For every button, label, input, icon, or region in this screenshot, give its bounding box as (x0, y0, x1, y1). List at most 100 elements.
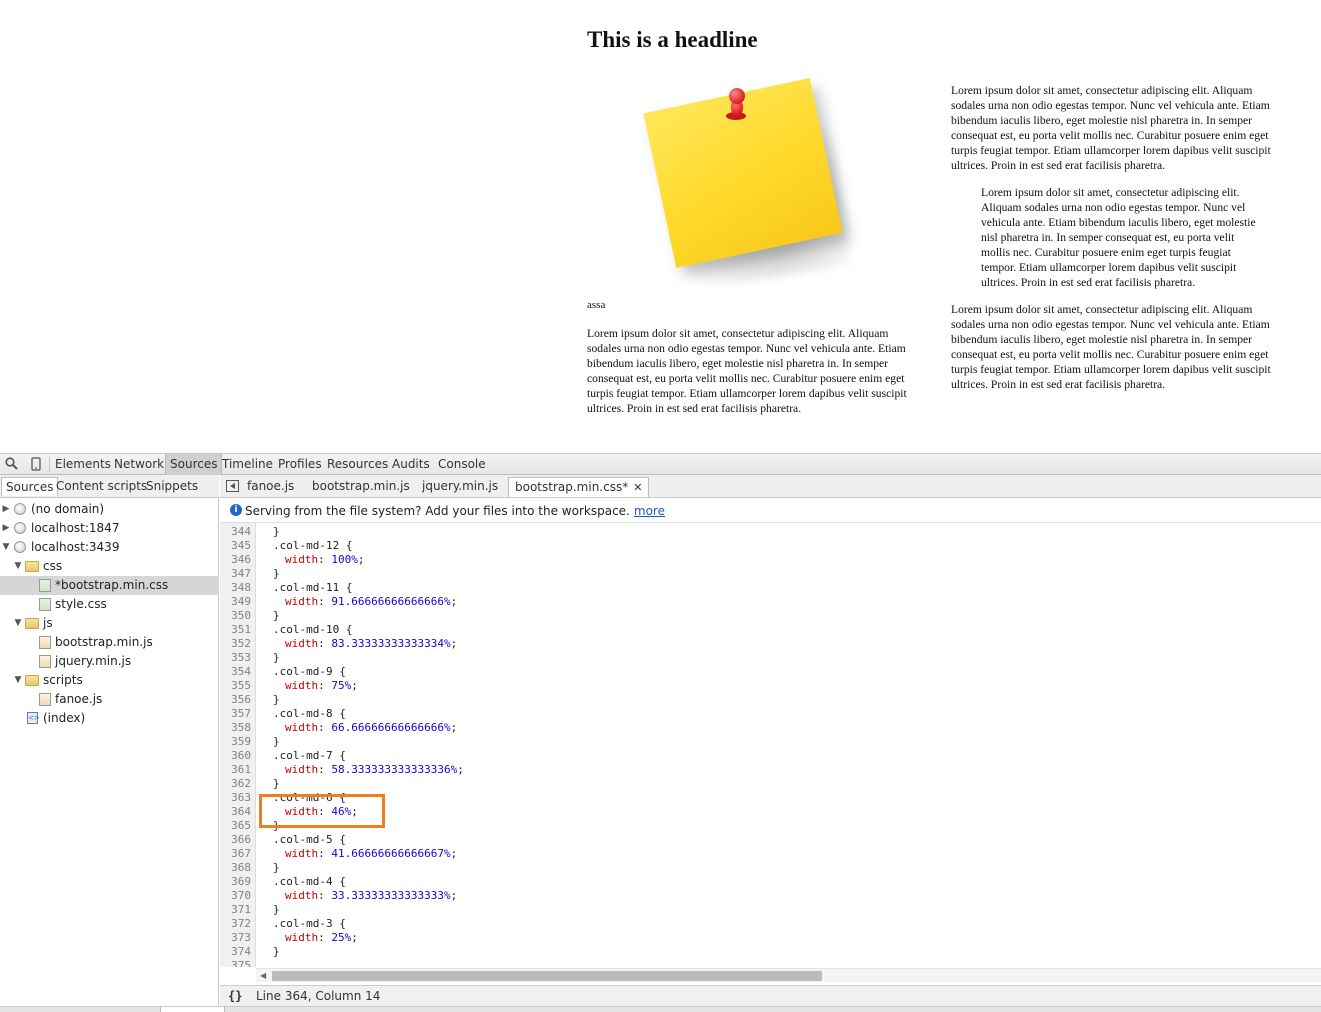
code-line[interactable]: 361 width: 58.333333333333336%; (220, 763, 1321, 777)
code-line[interactable]: 345 .col-md-12 { (220, 539, 1321, 553)
page-headline: This is a headline (587, 27, 758, 52)
scrollbar-thumb[interactable] (272, 971, 822, 981)
pretty-print-icon[interactable]: {} (228, 986, 242, 1007)
tree-item-style-css[interactable]: style.css (0, 595, 219, 614)
collapse-arrow-icon[interactable]: ▼ (1, 538, 11, 557)
tree-item-index[interactable]: <> (index) (0, 709, 219, 728)
tab-elements[interactable]: Elements (51, 454, 115, 475)
tree-item-fanoe-js[interactable]: fanoe.js (0, 690, 219, 709)
tab-timeline[interactable]: Timeline (218, 454, 277, 475)
file-tab-fanoe-js[interactable]: fanoe.js (241, 477, 300, 497)
css-selector-line: .col-md-9 { (273, 665, 346, 678)
code-line[interactable]: 363 .col-md-6 { (220, 791, 1321, 805)
tree-item-bootstrap-min-js[interactable]: bootstrap.min.js (0, 633, 219, 652)
more-link[interactable]: more (634, 504, 665, 518)
nav-tab-content-scripts[interactable]: Content scripts (52, 477, 151, 496)
code-line[interactable]: 351 .col-md-10 { (220, 623, 1321, 637)
code-line[interactable]: 367 width: 41.66666666666667%; (220, 847, 1321, 861)
tree-item-css-folder[interactable]: ▼ css (0, 557, 219, 576)
code-line[interactable]: 374} (220, 945, 1321, 959)
drawer-tab[interactable] (160, 1007, 225, 1012)
code-line[interactable]: 349 width: 91.66666666666666%; (220, 595, 1321, 609)
devtools-toolbar: Elements Network Sources Timeline Profil… (0, 453, 1321, 475)
code-line[interactable]: 353} (220, 651, 1321, 665)
tab-sources[interactable]: Sources (165, 454, 223, 475)
css-declaration: width: 100%; (285, 553, 365, 566)
code-line[interactable]: 364 width: 46%; (220, 805, 1321, 819)
css-selector-line: } (273, 525, 280, 538)
tree-item-localhost-1847[interactable]: ▶ localhost:1847 (0, 519, 219, 538)
file-tab-bootstrap-min-js[interactable]: bootstrap.min.js (306, 477, 416, 497)
code-line[interactable]: 352 width: 83.33333333333334%; (220, 637, 1321, 651)
code-line[interactable]: 358 width: 66.66666666666666%; (220, 721, 1321, 735)
line-number: 365 (231, 819, 251, 832)
search-icon[interactable] (4, 457, 18, 471)
code-line[interactable]: 375 (220, 959, 1321, 967)
code-line[interactable]: 350} (220, 609, 1321, 623)
code-line[interactable]: 365} (220, 819, 1321, 833)
css-property: width (285, 595, 319, 608)
nav-tab-sources[interactable]: Sources (1, 477, 59, 496)
code-line[interactable]: 348 .col-md-11 { (220, 581, 1321, 595)
tree-item-scripts-folder[interactable]: ▼ scripts (0, 671, 219, 690)
close-tab-icon[interactable]: ✕ (633, 481, 642, 494)
nav-tab-snippets[interactable]: Snippets (142, 477, 202, 496)
tab-profiles[interactable]: Profiles (274, 454, 326, 475)
code-line[interactable]: 360 .col-md-7 { (220, 749, 1321, 763)
tree-item-jquery-min-js[interactable]: jquery.min.js (0, 652, 219, 671)
tree-item-js-folder[interactable]: ▼ js (0, 614, 219, 633)
code-line[interactable]: 347} (220, 567, 1321, 581)
paragraph-right-1: Lorem ipsum dolor sit amet, consectetur … (951, 84, 1271, 172)
line-number: 357 (231, 707, 251, 720)
file-tab-bootstrap-min-css[interactable]: bootstrap.min.css* ✕ (508, 477, 650, 497)
code-line[interactable]: 369 .col-md-4 { (220, 875, 1321, 889)
code-line[interactable]: 368} (220, 861, 1321, 875)
code-line[interactable]: 346 width: 100%; (220, 553, 1321, 567)
css-declaration: width: 33.33333333333333%; (285, 889, 458, 902)
collapse-arrow-icon[interactable]: ▼ (13, 614, 23, 633)
code-area[interactable]: 344} 345 .col-md-12 {346 width: 100%; 347} 34… (220, 523, 1321, 967)
code-line[interactable]: 357 .col-md-8 { (220, 707, 1321, 721)
editor-status-bar: {} Line 364, Column 14 (220, 985, 1321, 1007)
tree-item-no-domain[interactable]: ▶ (no domain) (0, 500, 219, 519)
tree-item-bootstrap-min-css[interactable]: *bootstrap.min.css (0, 576, 219, 595)
device-mode-icon[interactable] (29, 457, 43, 471)
expand-arrow-icon[interactable]: ▶ (1, 500, 11, 519)
code-line[interactable]: 356} (220, 693, 1321, 707)
css-value: 75% (331, 679, 352, 692)
tab-console[interactable]: Console (434, 454, 490, 475)
code-line[interactable]: 370 width: 33.33333333333333%; (220, 889, 1321, 903)
collapse-arrow-icon[interactable]: ▼ (13, 557, 23, 576)
code-line[interactable]: 354 .col-md-9 { (220, 665, 1321, 679)
folder-icon (25, 618, 39, 629)
css-declaration: width: 66.66666666666666%; (285, 721, 458, 734)
tree-item-localhost-3439[interactable]: ▼ localhost:3439 (0, 538, 219, 557)
collapse-arrow-icon[interactable]: ▼ (13, 671, 23, 690)
scroll-left-icon[interactable]: ◀ (260, 971, 266, 980)
code-line[interactable]: 359} (220, 735, 1321, 749)
code-line[interactable]: 344} (220, 525, 1321, 539)
css-property: width (285, 889, 319, 902)
tab-audits[interactable]: Audits (388, 454, 434, 475)
line-number: 361 (231, 763, 251, 776)
code-line[interactable]: 373 width: 25%; (220, 931, 1321, 945)
paragraph-right-3: Lorem ipsum dolor sit amet, consectetur … (951, 303, 1271, 391)
code-line[interactable]: 371} (220, 903, 1321, 917)
code-line[interactable]: 366 .col-md-5 { (220, 833, 1321, 847)
line-number: 369 (231, 875, 251, 888)
line-number: 353 (231, 651, 251, 664)
code-line[interactable]: 362} (220, 777, 1321, 791)
tab-network[interactable]: Network (110, 454, 168, 475)
code-line[interactable]: 372 .col-md-3 { (220, 917, 1321, 931)
horizontal-scrollbar[interactable]: ◀ (256, 968, 1321, 982)
line-number: 360 (231, 749, 251, 762)
code-line[interactable]: 355 width: 75%; (220, 679, 1321, 693)
file-tab-jquery-min-js[interactable]: jquery.min.js (416, 477, 504, 497)
css-declaration: width: 83.33333333333334%; (285, 637, 458, 650)
tab-resources[interactable]: Resources (323, 454, 392, 475)
line-number: 349 (231, 595, 251, 608)
expand-arrow-icon[interactable]: ▶ (1, 519, 11, 538)
paragraph-left: Lorem ipsum dolor sit amet, consectetur … (587, 327, 907, 415)
line-number: 346 (231, 553, 251, 566)
toggle-navigator-icon[interactable] (226, 480, 239, 492)
